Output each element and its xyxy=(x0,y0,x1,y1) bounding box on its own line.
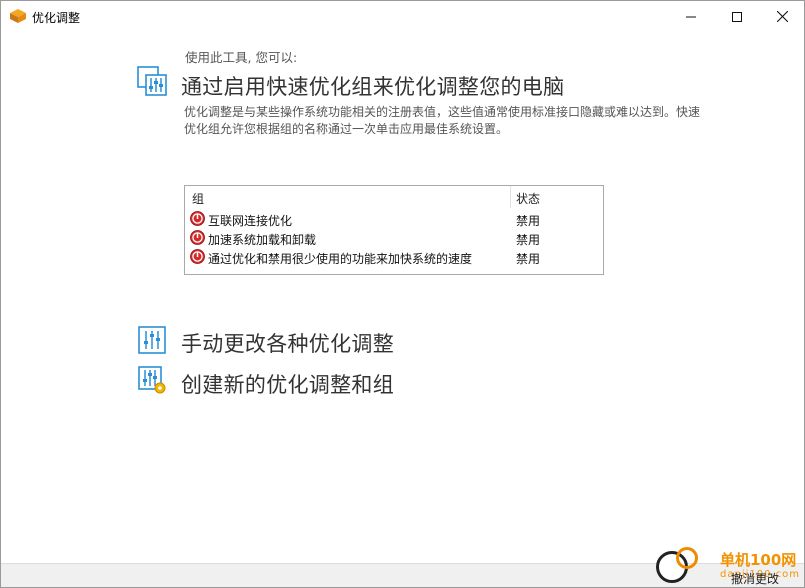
disabled-icon xyxy=(190,211,205,226)
table-row[interactable]: 加速系统加载和卸载 禁用 xyxy=(185,229,603,248)
optimization-window: 优化调整 使用此工具, 您可以: 通过启用快速优化组来优化调整您的电脑 优化调整… xyxy=(0,0,805,588)
description-text: 优化调整是与某些操作系统功能相关的注册表值，这些值通常使用标准接口隐藏或难以达到… xyxy=(184,105,701,136)
revert-changes-link[interactable]: 撤消更改 xyxy=(731,570,779,587)
app-box-icon xyxy=(10,9,26,23)
row-status: 禁用 xyxy=(516,252,541,266)
title-bar: 优化调整 xyxy=(1,1,804,32)
maximize-button[interactable] xyxy=(714,1,760,32)
row-name: 互联网连接优化 xyxy=(208,214,293,228)
header-status[interactable]: 状态 xyxy=(516,190,540,207)
watermark-ring-icon xyxy=(676,547,698,569)
minimize-icon xyxy=(686,16,696,17)
window-title: 优化调整 xyxy=(32,11,81,25)
table-row[interactable]: 互联网连接优化 禁用 xyxy=(185,210,603,229)
groups-table: 组 状态 互联网连接优化 禁用 加速系统加载和卸载 禁用 通过优化和禁用很少使用… xyxy=(184,185,604,275)
sliders-icon xyxy=(138,326,166,354)
intro-text: 使用此工具, 您可以: xyxy=(185,50,298,65)
option-create-tweaks[interactable]: 创建新的优化调整和组 xyxy=(181,369,394,399)
table-row[interactable]: 通过优化和禁用很少使用的功能来加快系统的速度 禁用 xyxy=(185,248,603,267)
option-quick-groups[interactable]: 通过启用快速优化组来优化调整您的电脑 xyxy=(181,71,564,101)
disabled-icon xyxy=(190,249,205,264)
minimize-button[interactable] xyxy=(668,1,714,32)
sliders-icon xyxy=(137,66,167,96)
row-status: 禁用 xyxy=(516,233,541,247)
watermark-brand: 单机100网 xyxy=(720,551,797,569)
row-name: 通过优化和禁用很少使用的功能来加快系统的速度 xyxy=(208,252,473,266)
row-name: 加速系统加载和卸载 xyxy=(208,233,317,247)
header-group[interactable]: 组 xyxy=(192,190,204,207)
row-status: 禁用 xyxy=(516,214,541,228)
option-manual-tweaks[interactable]: 手动更改各种优化调整 xyxy=(181,328,394,358)
disabled-icon xyxy=(190,230,205,245)
close-icon xyxy=(776,11,788,22)
sliders-gear-icon xyxy=(138,366,166,394)
close-button[interactable] xyxy=(759,1,804,32)
maximize-icon xyxy=(732,11,742,22)
header-divider xyxy=(510,186,511,208)
table-header: 组 状态 xyxy=(185,186,603,208)
